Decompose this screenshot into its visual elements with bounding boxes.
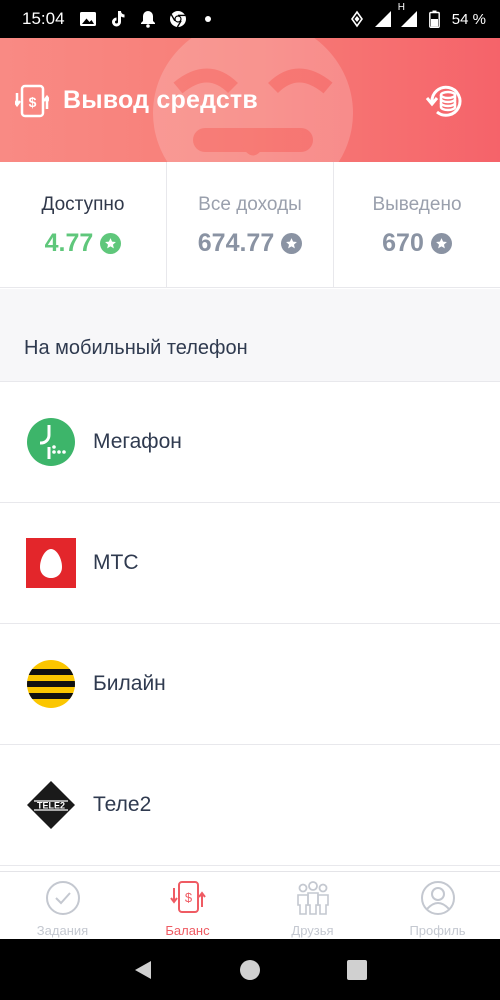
beeline-logo — [27, 660, 75, 708]
image-icon — [79, 10, 97, 28]
nav-label: Задания — [36, 923, 89, 938]
mts-logo — [26, 538, 76, 588]
recents-icon[interactable] — [344, 957, 370, 983]
stat-withdrawn: Выведено 670 — [333, 162, 500, 287]
nav-label: Профиль — [409, 923, 466, 938]
chrome-icon — [169, 10, 187, 28]
star-icon — [100, 233, 122, 254]
stat-total-income: Все доходы 674.77 — [166, 162, 333, 287]
withdraw-dollar-icon: $ — [15, 84, 49, 118]
bottom-nav: Задания $ Баланс Друзья Профиль — [0, 871, 500, 939]
system-nav-bar — [0, 939, 500, 1000]
history-coins-icon[interactable] — [424, 81, 466, 123]
signal-icon — [374, 10, 392, 28]
stat-label: Все доходы — [198, 194, 302, 215]
page-header: $ Вывод средств — [0, 38, 500, 162]
nav-label: Баланс — [165, 923, 210, 938]
dot-icon — [199, 10, 217, 28]
back-icon[interactable] — [130, 957, 156, 983]
nav-balance[interactable]: $ Баланс — [125, 872, 250, 939]
tele2-logo: TELE2 — [27, 781, 75, 829]
operator-beeline[interactable]: Билайн — [0, 624, 500, 745]
svg-text:TELE2: TELE2 — [37, 801, 65, 811]
nav-profile[interactable]: Профиль — [375, 872, 500, 939]
friends-icon — [296, 881, 329, 915]
profile-icon — [420, 881, 455, 915]
operator-megafon[interactable]: Мегафон — [0, 382, 500, 503]
operator-name: Билайн — [93, 672, 166, 695]
status-time: 15:04 — [22, 9, 65, 28]
stat-value-number: 4.77 — [44, 229, 94, 257]
section-title: На мобильный телефон — [24, 337, 248, 359]
operator-name: Теле2 — [93, 793, 152, 816]
stat-available: Доступно 4.77 — [0, 162, 166, 287]
operator-mts[interactable]: МТС — [0, 503, 500, 624]
svg-text:$: $ — [29, 94, 37, 110]
stat-value: 674.77 — [197, 229, 303, 258]
nav-label: Друзья — [291, 923, 334, 938]
operator-name: МТС — [93, 551, 139, 574]
stat-value: 4.77 — [45, 229, 122, 258]
svg-text:$: $ — [184, 890, 192, 905]
stat-value-number: 674.77 — [197, 229, 275, 257]
battery-icon — [426, 10, 444, 28]
network-type: H — [397, 2, 406, 13]
withdraw-dollar-icon: $ — [169, 881, 206, 913]
battery-percent: 54 % — [451, 10, 486, 28]
stat-value: 670 — [382, 229, 452, 258]
balance-stats: Доступно 4.77 Все доходы 674.77 Выведено… — [0, 162, 500, 288]
page-title: Вывод средств — [63, 86, 258, 114]
stat-label: Доступно — [41, 194, 125, 215]
operator-list: Мегафон МТС Билайн TELE2 Теле2 — [0, 382, 500, 866]
operator-tele2[interactable]: TELE2 Теле2 — [0, 745, 500, 866]
star-icon — [281, 233, 303, 254]
stat-label: Выведено — [372, 194, 462, 215]
stat-value-number: 670 — [382, 229, 424, 257]
check-circle-icon — [45, 881, 80, 915]
tiktok-icon — [109, 10, 127, 28]
nav-tasks[interactable]: Задания — [0, 872, 125, 939]
section-header: На мобильный телефон — [0, 289, 500, 382]
status-bar: 15:04 H 54 % — [0, 0, 500, 38]
bell-icon — [139, 10, 157, 28]
star-icon — [430, 233, 452, 254]
home-icon[interactable] — [237, 957, 263, 983]
nav-friends[interactable]: Друзья — [250, 872, 375, 939]
vibrate-icon — [348, 10, 366, 28]
operator-name: Мегафон — [93, 430, 182, 453]
megafon-logo — [27, 418, 75, 466]
